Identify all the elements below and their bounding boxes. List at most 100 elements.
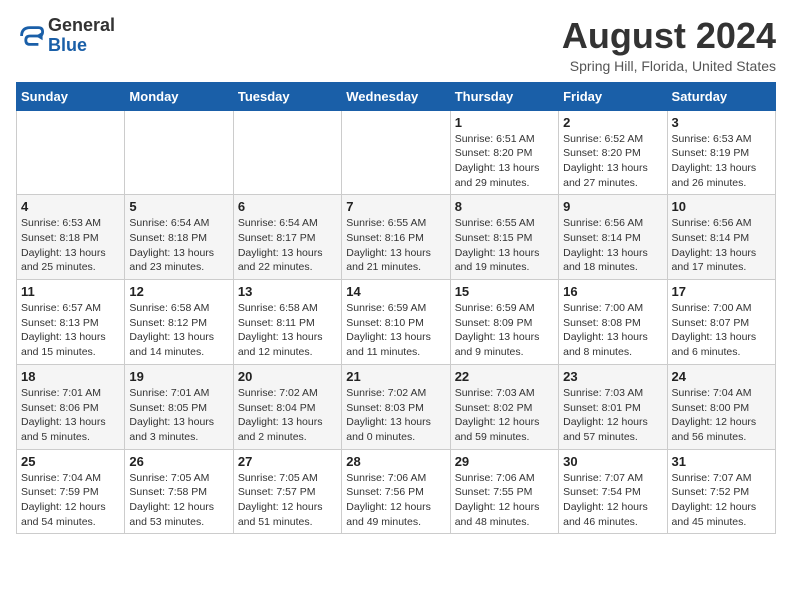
calendar-cell: 18Sunrise: 7:01 AM Sunset: 8:06 PM Dayli… <box>17 364 125 449</box>
header-cell-sunday: Sunday <box>17 82 125 110</box>
calendar-week-4: 18Sunrise: 7:01 AM Sunset: 8:06 PM Dayli… <box>17 364 776 449</box>
header-cell-tuesday: Tuesday <box>233 82 341 110</box>
logo-text: General Blue <box>48 16 115 56</box>
day-info: Sunrise: 6:56 AM Sunset: 8:14 PM Dayligh… <box>563 216 662 275</box>
calendar-cell: 1 Sunrise: 6:51 AM Sunset: 8:20 PM Daylig… <box>450 110 558 195</box>
logo-blue: Blue <box>48 35 87 55</box>
day-number: 19 <box>129 369 228 384</box>
calendar-cell: 2 Sunrise: 6:52 AM Sunset: 8:20 PM Daylig… <box>559 110 667 195</box>
day-number: 30 <box>563 454 662 469</box>
day-info: Sunrise: 6:55 AM Sunset: 8:15 PM Dayligh… <box>455 216 554 275</box>
header-cell-friday: Friday <box>559 82 667 110</box>
calendar-cell <box>125 110 233 195</box>
calendar-cell: 29Sunrise: 7:06 AM Sunset: 7:55 PM Dayli… <box>450 449 558 534</box>
calendar-body: 1 Sunrise: 6:51 AM Sunset: 8:20 PM Daylig… <box>17 110 776 534</box>
day-info: Sunrise: 6:51 AM Sunset: 8:20 PM Dayligh… <box>455 132 554 191</box>
day-info: Sunrise: 6:54 AM Sunset: 8:18 PM Dayligh… <box>129 216 228 275</box>
calendar-cell: 7Sunrise: 6:55 AM Sunset: 8:16 PM Daylig… <box>342 195 450 280</box>
day-number: 17 <box>672 284 771 299</box>
calendar-cell: 10Sunrise: 6:56 AM Sunset: 8:14 PM Dayli… <box>667 195 775 280</box>
day-number: 12 <box>129 284 228 299</box>
calendar-cell: 20 Sunrise: 7:02 AM Sunset: 8:04 PM Dayli… <box>233 364 341 449</box>
day-info: Sunrise: 6:52 AM Sunset: 8:20 PM Dayligh… <box>563 132 662 191</box>
calendar-week-3: 11Sunrise: 6:57 AM Sunset: 8:13 PM Dayli… <box>17 280 776 365</box>
day-number: 16 <box>563 284 662 299</box>
calendar-cell: 4 Sunrise: 6:53 AM Sunset: 8:18 PM Daylig… <box>17 195 125 280</box>
day-info: Sunrise: 6:54 AM Sunset: 8:17 PM Dayligh… <box>238 216 337 275</box>
calendar-cell: 23Sunrise: 7:03 AM Sunset: 8:01 PM Dayli… <box>559 364 667 449</box>
logo-icon <box>16 22 44 50</box>
day-number: 29 <box>455 454 554 469</box>
day-number: 20 <box>238 369 337 384</box>
day-number: 13 <box>238 284 337 299</box>
day-number: 26 <box>129 454 228 469</box>
day-info: Sunrise: 7:03 AM Sunset: 8:02 PM Dayligh… <box>455 386 554 445</box>
logo: General Blue <box>16 16 115 56</box>
calendar-cell <box>342 110 450 195</box>
calendar-cell: 24 Sunrise: 7:04 AM Sunset: 8:00 PM Dayli… <box>667 364 775 449</box>
day-info: Sunrise: 6:53 AM Sunset: 8:19 PM Dayligh… <box>672 132 771 191</box>
title-block: August 2024 Spring Hill, Florida, United… <box>562 16 776 74</box>
page-header: General Blue August 2024 Spring Hill, Fl… <box>16 16 776 74</box>
day-info: Sunrise: 7:01 AM Sunset: 8:05 PM Dayligh… <box>129 386 228 445</box>
day-info: Sunrise: 6:55 AM Sunset: 8:16 PM Dayligh… <box>346 216 445 275</box>
calendar-cell: 12 Sunrise: 6:58 AM Sunset: 8:12 PM Dayli… <box>125 280 233 365</box>
day-info: Sunrise: 7:04 AM Sunset: 7:59 PM Dayligh… <box>21 471 120 530</box>
day-info: Sunrise: 7:06 AM Sunset: 7:56 PM Dayligh… <box>346 471 445 530</box>
calendar-cell: 17 Sunrise: 7:00 AM Sunset: 8:07 PM Dayli… <box>667 280 775 365</box>
day-number: 8 <box>455 199 554 214</box>
day-number: 1 <box>455 115 554 130</box>
day-info: Sunrise: 7:00 AM Sunset: 8:08 PM Dayligh… <box>563 301 662 360</box>
day-number: 14 <box>346 284 445 299</box>
calendar-cell: 11Sunrise: 6:57 AM Sunset: 8:13 PM Dayli… <box>17 280 125 365</box>
day-number: 28 <box>346 454 445 469</box>
calendar-subtitle: Spring Hill, Florida, United States <box>562 58 776 74</box>
day-number: 6 <box>238 199 337 214</box>
day-info: Sunrise: 7:07 AM Sunset: 7:52 PM Dayligh… <box>672 471 771 530</box>
calendar-cell: 26 Sunrise: 7:05 AM Sunset: 7:58 PM Dayli… <box>125 449 233 534</box>
day-info: Sunrise: 7:00 AM Sunset: 8:07 PM Dayligh… <box>672 301 771 360</box>
header-cell-saturday: Saturday <box>667 82 775 110</box>
header-row: SundayMondayTuesdayWednesdayThursdayFrid… <box>17 82 776 110</box>
day-info: Sunrise: 7:01 AM Sunset: 8:06 PM Dayligh… <box>21 386 120 445</box>
calendar-cell: 30 Sunrise: 7:07 AM Sunset: 7:54 PM Dayli… <box>559 449 667 534</box>
calendar-week-5: 25Sunrise: 7:04 AM Sunset: 7:59 PM Dayli… <box>17 449 776 534</box>
day-number: 5 <box>129 199 228 214</box>
calendar-cell <box>233 110 341 195</box>
calendar-cell: 25Sunrise: 7:04 AM Sunset: 7:59 PM Dayli… <box>17 449 125 534</box>
day-info: Sunrise: 6:53 AM Sunset: 8:18 PM Dayligh… <box>21 216 120 275</box>
day-number: 23 <box>563 369 662 384</box>
day-number: 24 <box>672 369 771 384</box>
day-info: Sunrise: 6:59 AM Sunset: 8:09 PM Dayligh… <box>455 301 554 360</box>
day-number: 27 <box>238 454 337 469</box>
day-info: Sunrise: 7:04 AM Sunset: 8:00 PM Dayligh… <box>672 386 771 445</box>
calendar-cell: 13 Sunrise: 6:58 AM Sunset: 8:11 PM Dayli… <box>233 280 341 365</box>
calendar-week-1: 1 Sunrise: 6:51 AM Sunset: 8:20 PM Daylig… <box>17 110 776 195</box>
day-info: Sunrise: 6:58 AM Sunset: 8:12 PM Dayligh… <box>129 301 228 360</box>
day-number: 4 <box>21 199 120 214</box>
day-info: Sunrise: 6:58 AM Sunset: 8:11 PM Dayligh… <box>238 301 337 360</box>
header-cell-monday: Monday <box>125 82 233 110</box>
calendar-cell <box>17 110 125 195</box>
calendar-cell: 31Sunrise: 7:07 AM Sunset: 7:52 PM Dayli… <box>667 449 775 534</box>
day-info: Sunrise: 6:57 AM Sunset: 8:13 PM Dayligh… <box>21 301 120 360</box>
calendar-cell: 15 Sunrise: 6:59 AM Sunset: 8:09 PM Dayli… <box>450 280 558 365</box>
day-info: Sunrise: 7:05 AM Sunset: 7:58 PM Dayligh… <box>129 471 228 530</box>
day-number: 2 <box>563 115 662 130</box>
calendar-cell: 16 Sunrise: 7:00 AM Sunset: 8:08 PM Dayli… <box>559 280 667 365</box>
calendar-table: SundayMondayTuesdayWednesdayThursdayFrid… <box>16 82 776 535</box>
calendar-week-2: 4 Sunrise: 6:53 AM Sunset: 8:18 PM Daylig… <box>17 195 776 280</box>
calendar-cell: 5 Sunrise: 6:54 AM Sunset: 8:18 PM Daylig… <box>125 195 233 280</box>
day-number: 15 <box>455 284 554 299</box>
day-info: Sunrise: 7:07 AM Sunset: 7:54 PM Dayligh… <box>563 471 662 530</box>
calendar-cell: 14Sunrise: 6:59 AM Sunset: 8:10 PM Dayli… <box>342 280 450 365</box>
calendar-cell: 27 Sunrise: 7:05 AM Sunset: 7:57 PM Dayli… <box>233 449 341 534</box>
calendar-cell: 22Sunrise: 7:03 AM Sunset: 8:02 PM Dayli… <box>450 364 558 449</box>
calendar-cell: 3 Sunrise: 6:53 AM Sunset: 8:19 PM Daylig… <box>667 110 775 195</box>
calendar-cell: 21Sunrise: 7:02 AM Sunset: 8:03 PM Dayli… <box>342 364 450 449</box>
day-info: Sunrise: 7:05 AM Sunset: 7:57 PM Dayligh… <box>238 471 337 530</box>
calendar-header: SundayMondayTuesdayWednesdayThursdayFrid… <box>17 82 776 110</box>
day-number: 3 <box>672 115 771 130</box>
day-number: 10 <box>672 199 771 214</box>
day-info: Sunrise: 7:02 AM Sunset: 8:04 PM Dayligh… <box>238 386 337 445</box>
